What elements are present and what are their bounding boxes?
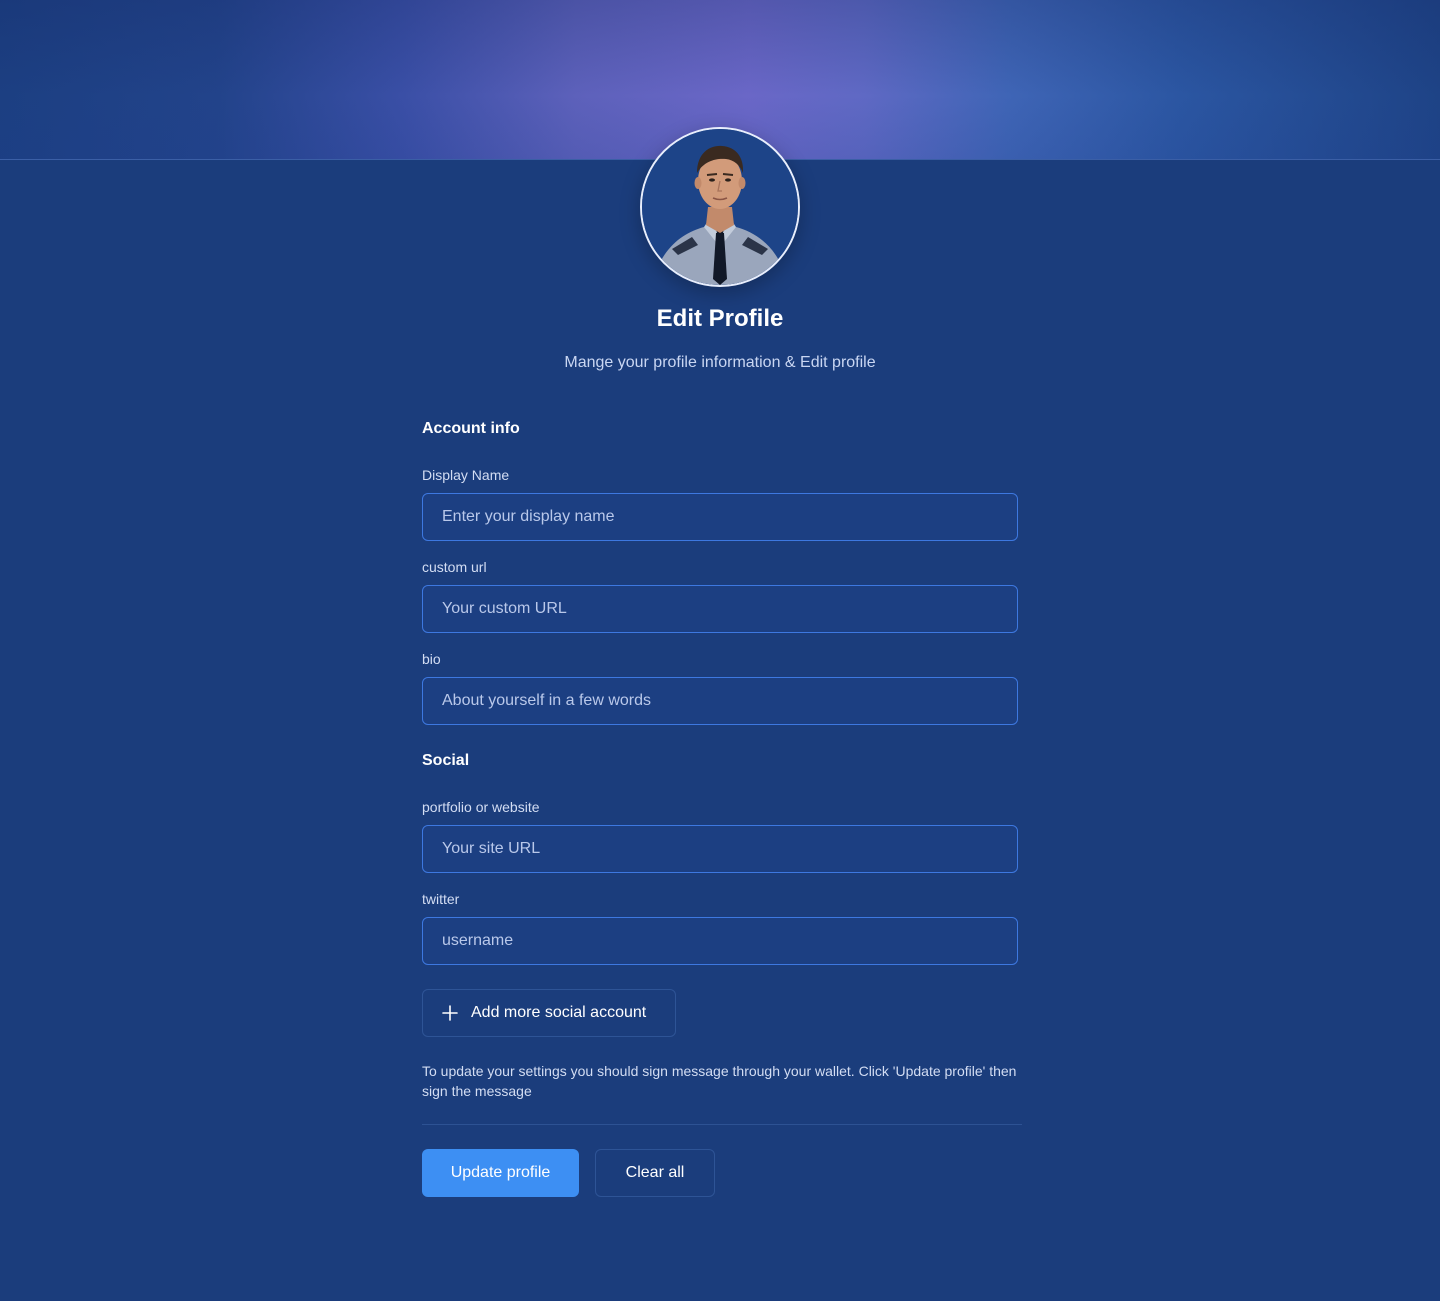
social-heading: Social <box>422 752 470 769</box>
account-info-heading: Account info <box>422 420 520 437</box>
bio-label: bio <box>422 651 441 667</box>
profile-photo-icon <box>642 129 798 285</box>
display-name-label: Display Name <box>422 467 510 483</box>
twitter-label: twitter <box>422 891 460 907</box>
portfolio-label: portfolio or website <box>422 799 540 815</box>
plus-icon <box>442 1005 458 1021</box>
update-profile-button[interactable]: Update profile <box>422 1149 579 1197</box>
add-social-account-label: Add more social account <box>471 1004 647 1021</box>
display-name-input[interactable] <box>422 493 1018 541</box>
portfolio-input[interactable] <box>422 825 1018 873</box>
bio-input[interactable] <box>422 677 1018 725</box>
add-social-account-button[interactable]: Add more social account <box>422 989 676 1037</box>
page-subtitle: Mange your profile information & Edit pr… <box>564 354 876 371</box>
divider <box>422 1124 1022 1125</box>
page-title: Edit Profile <box>656 305 784 332</box>
custom-url-label: custom url <box>422 559 487 575</box>
clear-all-button[interactable]: Clear all <box>595 1149 715 1197</box>
avatar[interactable] <box>640 127 800 287</box>
custom-url-input[interactable] <box>422 585 1018 633</box>
signing-note: To update your settings you should sign … <box>422 1063 1017 1099</box>
twitter-input[interactable] <box>422 917 1018 965</box>
